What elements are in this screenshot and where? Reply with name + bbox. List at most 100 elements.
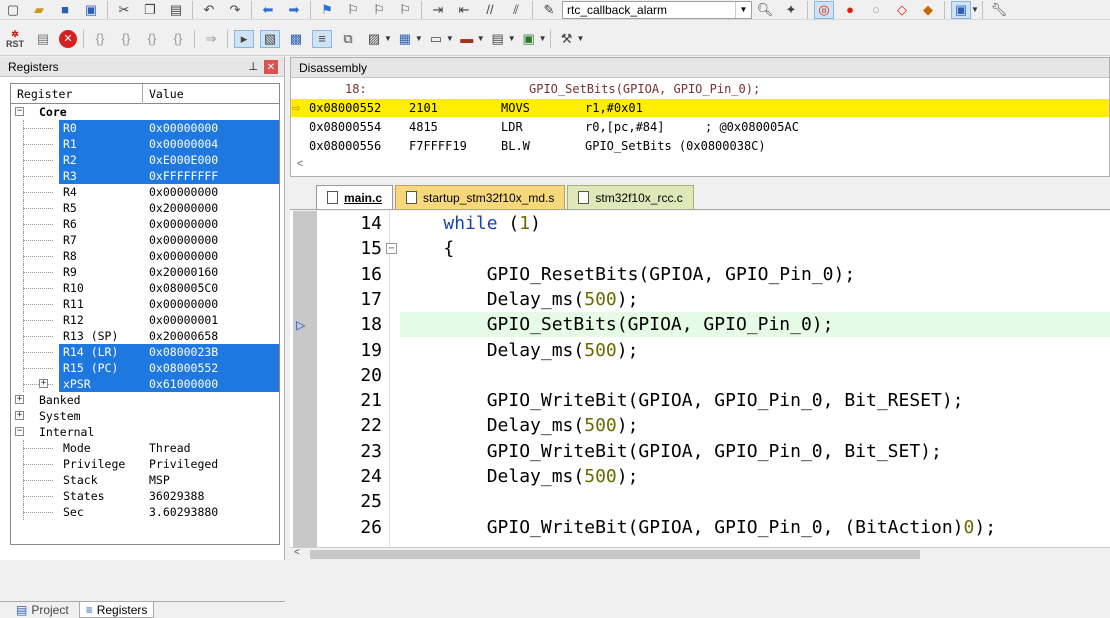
register-value[interactable]: 0x00000004: [149, 136, 218, 152]
register-row[interactable]: Mode Thread: [11, 440, 279, 456]
disassembly-line[interactable]: ⇨ 0x08000552 2101 MOVS r1,#0x01: [291, 99, 1109, 117]
register-value[interactable]: 0x20000000: [149, 200, 218, 216]
register-value[interactable]: 0x20000658: [149, 328, 218, 344]
code-line[interactable]: 25: [290, 489, 1110, 514]
incremental-find-icon[interactable]: ✦: [781, 1, 801, 19]
tab-rcc-c[interactable]: stm32f10x_rcc.c: [567, 185, 694, 209]
indent-icon[interactable]: ⇥: [428, 1, 448, 19]
memory-window-icon[interactable]: ▦: [395, 30, 415, 48]
code-line[interactable]: ▷ 18 GPIO_SetBits(GPIOA, GPIO_Pin_0);: [290, 312, 1110, 338]
expand-icon[interactable]: +: [39, 379, 48, 388]
register-value[interactable]: 36029388: [149, 488, 204, 504]
register-value[interactable]: 0x00000000: [149, 248, 218, 264]
register-row[interactable]: R6 0x00000000: [11, 216, 279, 232]
comment-icon[interactable]: //: [480, 1, 500, 19]
register-row[interactable]: + xPSR 0x61000000: [11, 376, 279, 392]
run-to-cursor-icon[interactable]: {}: [168, 30, 188, 48]
register-row[interactable]: − Core: [11, 104, 279, 120]
fold-collapse-icon[interactable]: −: [386, 243, 397, 255]
register-row[interactable]: + System: [11, 408, 279, 424]
register-row[interactable]: R15 (PC) 0x08000552: [11, 360, 279, 376]
call-stack-icon[interactable]: ⧉: [338, 30, 358, 48]
insert-breakpoint-icon[interactable]: ●: [840, 1, 860, 19]
run-icon[interactable]: ▤: [33, 30, 53, 48]
register-value[interactable]: Privileged: [149, 456, 218, 472]
register-value[interactable]: 0x0800023B: [149, 344, 218, 360]
find-in-files-icon[interactable]: ✎: [539, 1, 559, 19]
scrollbar-thumb[interactable]: [310, 550, 920, 559]
enable-breakpoint-icon[interactable]: ○: [866, 1, 886, 19]
nav-back-icon[interactable]: ⬅: [258, 1, 278, 19]
disassembly-line[interactable]: 0x08000554 4815 LDR r0,[pc,#84] ; @0x080005A…: [291, 118, 1109, 136]
new-file-icon[interactable]: ▢: [3, 1, 23, 19]
symbols-window-icon[interactable]: ▩: [286, 30, 306, 48]
tab-registers[interactable]: ≡ Registers: [78, 602, 155, 618]
bookmark-icon[interactable]: ⚑: [317, 1, 337, 19]
register-value[interactable]: 0xE000E000: [149, 152, 218, 168]
register-row[interactable]: Privilege Privileged: [11, 456, 279, 472]
chevron-down-icon[interactable]: ▼: [577, 34, 585, 43]
register-row[interactable]: R3 0xFFFFFFFF: [11, 168, 279, 184]
cut-icon[interactable]: ✂: [114, 1, 134, 19]
scroll-left-arrow[interactable]: <: [294, 547, 300, 558]
watch-window-icon[interactable]: ▨: [364, 30, 384, 48]
chevron-down-icon[interactable]: ▼: [971, 5, 979, 14]
tab-main-c[interactable]: main.c: [316, 185, 394, 209]
code-line[interactable]: 19 Delay_ms(500);: [290, 338, 1110, 363]
find-icon[interactable]: 🔍︎: [755, 1, 775, 19]
debug-session-icon[interactable]: ◎: [814, 0, 834, 19]
register-value[interactable]: 0xFFFFFFFF: [149, 168, 218, 184]
register-value[interactable]: 0x00000000: [149, 296, 218, 312]
expand-icon[interactable]: +: [15, 395, 24, 404]
serial-window-icon[interactable]: ▭: [426, 30, 446, 48]
pin-icon[interactable]: ⊥: [248, 60, 258, 73]
chevron-down-icon[interactable]: ▼: [446, 34, 454, 43]
expand-icon[interactable]: +: [15, 411, 24, 420]
undo-icon[interactable]: ↶: [199, 1, 219, 19]
step-into-icon[interactable]: {}: [90, 30, 110, 48]
save-all-icon[interactable]: ▣: [81, 1, 101, 19]
register-row[interactable]: R11 0x00000000: [11, 296, 279, 312]
code-line[interactable]: 16 GPIO_ResetBits(GPIOA, GPIO_Pin_0);: [290, 262, 1110, 287]
nav-forward-icon[interactable]: ➡: [284, 1, 304, 19]
command-window-icon[interactable]: ▸: [234, 29, 254, 48]
stop-icon[interactable]: ✕: [59, 29, 77, 48]
show-next-statement-icon[interactable]: ⇒: [201, 30, 221, 48]
analysis-window-icon[interactable]: ▬: [457, 30, 477, 48]
code-line[interactable]: 14 while (1): [290, 211, 1110, 236]
tab-startup-s[interactable]: startup_stm32f10x_md.s: [395, 185, 566, 209]
code-line[interactable]: 24 Delay_ms(500);: [290, 464, 1110, 489]
register-row[interactable]: R12 0x00000001: [11, 312, 279, 328]
step-over-icon[interactable]: {}: [116, 30, 136, 48]
uncomment-icon[interactable]: ⫽: [506, 1, 526, 19]
column-header-value[interactable]: Value: [143, 84, 279, 104]
register-value[interactable]: 0x08000552: [149, 360, 218, 376]
save-icon[interactable]: ■: [55, 1, 75, 19]
disassembly-source-line[interactable]: 18: GPIO_SetBits(GPIOA, GPIO_Pin_0);: [291, 80, 1109, 98]
register-row[interactable]: R0 0x00000000: [11, 120, 279, 136]
chevron-down-icon[interactable]: ▼: [384, 34, 392, 43]
register-value[interactable]: 0x00000000: [149, 120, 218, 136]
register-row[interactable]: Sec 3.60293880: [11, 504, 279, 520]
redo-icon[interactable]: ↷: [225, 1, 245, 19]
code-line[interactable]: 23 GPIO_WriteBit(GPIOA, GPIO_Pin_0, Bit_…: [290, 439, 1110, 464]
chevron-down-icon[interactable]: ▼: [477, 34, 485, 43]
chevron-down-icon[interactable]: ▼: [415, 34, 423, 43]
code-line[interactable]: 22 Delay_ms(500);: [290, 413, 1110, 438]
copy-icon[interactable]: ❐: [140, 1, 160, 19]
code-editor[interactable]: 14 while (1) 15− {16 GPIO_ResetBits(GPIOA…: [290, 211, 1110, 547]
register-row[interactable]: R4 0x00000000: [11, 184, 279, 200]
bookmark-next-icon[interactable]: ⚐: [369, 1, 389, 19]
register-value[interactable]: 0x00000000: [149, 184, 218, 200]
tab-project[interactable]: ▤ Project: [10, 602, 75, 618]
registers-window-icon[interactable]: ≡: [312, 29, 332, 48]
register-value[interactable]: 0x00000001: [149, 312, 218, 328]
register-value[interactable]: 0x00000000: [149, 232, 218, 248]
code-line[interactable]: 20: [290, 363, 1110, 388]
chevron-down-icon[interactable]: ▼: [735, 1, 751, 18]
reset-cpu-icon[interactable]: ✲ RST: [3, 26, 27, 52]
trace-window-icon[interactable]: ▤: [488, 30, 508, 48]
register-row[interactable]: R8 0x00000000: [11, 248, 279, 264]
disassembly-line[interactable]: 0x08000556 F7FFFF19 BL.W GPIO_SetBits (0x08…: [291, 137, 1109, 155]
register-row[interactable]: R9 0x20000160: [11, 264, 279, 280]
